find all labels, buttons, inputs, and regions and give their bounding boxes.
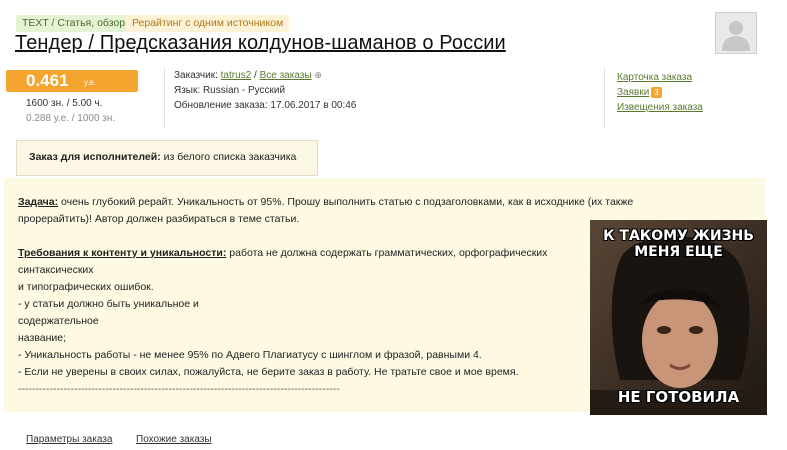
similar-orders-link[interactable]: Похожие заказы — [136, 434, 212, 445]
category-tag: TEXT / Статья, обзор — [16, 15, 132, 32]
requirements-text: название; — [18, 332, 67, 344]
price-rate: 0.288 у.е. / 1000 зн. — [26, 113, 116, 124]
requirements-text: - Если не уверены в своих силах, пожалуй… — [18, 366, 519, 378]
order-card-link[interactable]: Карточка заказа — [617, 72, 692, 83]
divider — [164, 68, 165, 128]
type-tag: Рерайтинг с одним источником — [126, 15, 290, 32]
price-unit: у.е. — [84, 78, 97, 87]
updated-value: 17.06.2017 в 00:46 — [270, 100, 357, 111]
language-row: Язык: Russian - Русский — [174, 85, 285, 96]
meme-top-caption: К ТАКОМУ ЖИЗНЬ МЕНЯ ЕЩЕ — [603, 228, 754, 260]
executor-value: из белого списка заказчика — [163, 151, 297, 163]
divider — [604, 68, 605, 128]
all-orders-link[interactable]: Все заказы — [260, 70, 312, 81]
price-amount: 0.461 — [26, 71, 69, 90]
task-label: Задача: — [18, 196, 59, 208]
applications-count-badge: 3 — [651, 87, 662, 98]
requirements-text: содержательное — [18, 315, 99, 327]
requirements-text: синтаксических — [18, 264, 94, 276]
task-text-2: прорерайтить)! Автор должен разбираться … — [18, 213, 300, 225]
rss-icon[interactable]: ⊕ — [314, 70, 322, 80]
user-icon — [716, 13, 756, 53]
requirements-text: - у статьи должно быть уникальное и — [18, 298, 199, 310]
customer-label: Заказчик: — [174, 70, 218, 81]
separator: / — [254, 70, 257, 81]
requirements-text-1: работа не должна содержать грамматически… — [229, 247, 548, 259]
order-params-link[interactable]: Параметры заказа — [26, 434, 112, 445]
updated-label: Обновление заказа: — [174, 100, 268, 111]
customer-row: Заказчик: tatrus2 / Все заказы ⊕ — [174, 70, 322, 81]
executor-text: Заказ для исполнителей: из белого списка… — [29, 151, 296, 163]
requirements-text: - Уникальность работы - не менее 95% по … — [18, 349, 482, 361]
meme-image: К ТАКОМУ ЖИЗНЬ МЕНЯ ЕЩЕ НЕ ГОТОВИЛА — [590, 220, 767, 415]
language-value: Russian - Русский — [202, 85, 286, 96]
price-volume: 1600 зн. / 5.00 ч. — [26, 98, 103, 109]
avatar[interactable] — [715, 12, 757, 54]
requirements-text: и типографических ошибок. — [18, 281, 154, 293]
task-line: Задача: очень глубокий рерайт. Уникально… — [18, 196, 633, 208]
customer-link[interactable]: tatrus2 — [221, 70, 252, 81]
task-text-1: очень глубокий рерайт. Уникальность от 9… — [61, 196, 634, 208]
requirements-line: Требования к контенту и уникальности: ра… — [18, 247, 547, 259]
language-label: Язык: — [174, 85, 201, 96]
dashed-divider: ----------------------------------------… — [18, 383, 340, 395]
notifications-link[interactable]: Извещения заказа — [617, 102, 703, 113]
requirements-label: Требования к контенту и уникальности: — [18, 247, 227, 259]
page-title[interactable]: Тендер / Предсказания колдунов-шаманов о… — [15, 32, 506, 55]
applications-label: Заявки — [617, 87, 650, 98]
applications-link[interactable]: Заявки 3 — [617, 87, 662, 98]
updated-row: Обновление заказа: 17.06.2017 в 00:46 — [174, 100, 356, 111]
meme-bottom-caption: НЕ ГОТОВИЛА — [617, 388, 740, 406]
executor-label: Заказ для исполнителей: — [29, 151, 161, 163]
